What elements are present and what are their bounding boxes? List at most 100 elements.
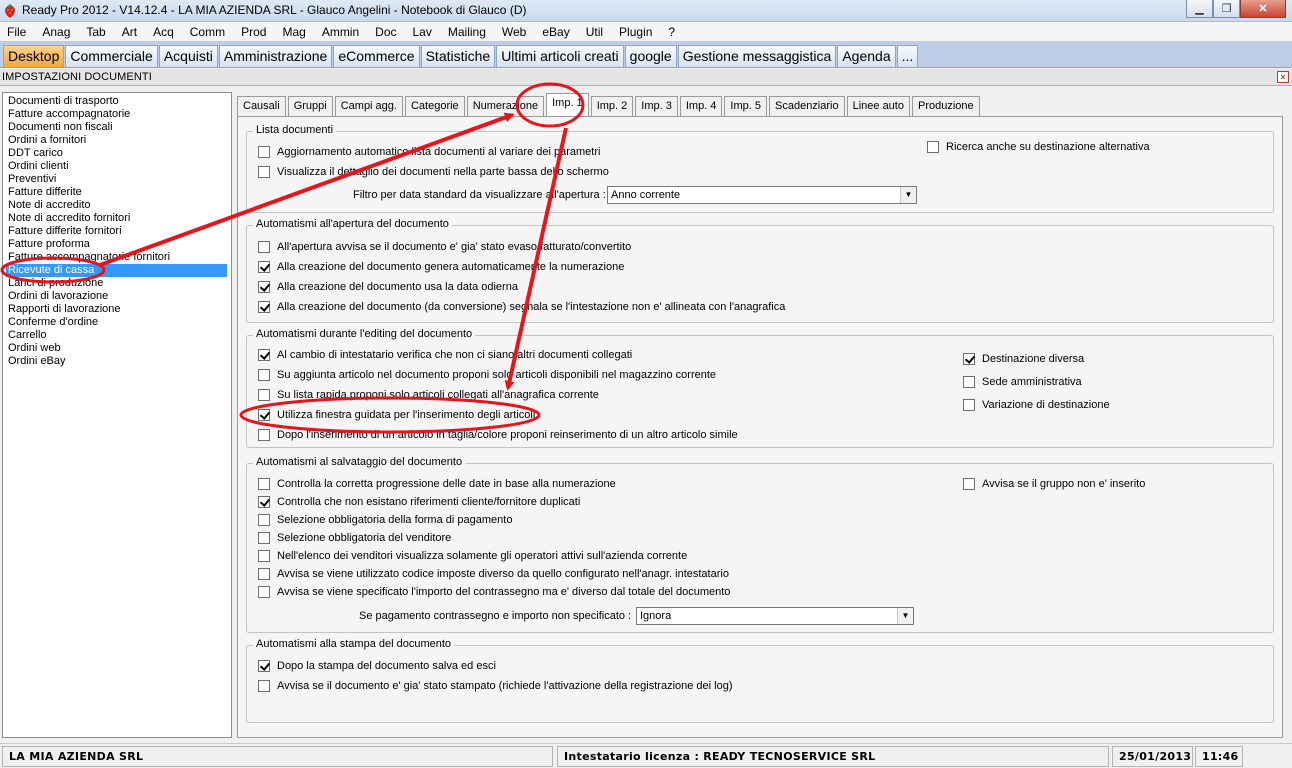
checkbox[interactable]: [258, 369, 270, 381]
app-tab[interactable]: Statistiche: [420, 45, 496, 67]
checkbox[interactable]: [258, 349, 270, 361]
app-tab[interactable]: Commerciale: [65, 45, 158, 67]
checkbox-row[interactable]: Controlla la corretta progressione delle…: [258, 477, 616, 491]
checkbox-row[interactable]: Visualizza il dettaglio dei documenti ne…: [258, 165, 609, 179]
list-item[interactable]: Ricevute di cassa: [6, 264, 227, 277]
checkbox[interactable]: [258, 478, 270, 490]
checkbox[interactable]: [258, 166, 270, 178]
menu-item-acq[interactable]: Acq: [146, 25, 183, 39]
list-item[interactable]: Fatture accompagnatorie fornitori: [6, 251, 227, 264]
checkbox[interactable]: [258, 532, 270, 544]
app-tab[interactable]: ...: [896, 45, 919, 67]
checkbox-row[interactable]: Selezione obbligatoria del venditore: [258, 531, 451, 545]
list-item[interactable]: Documenti di trasporto: [6, 95, 227, 108]
menu-item-file[interactable]: File: [0, 25, 35, 39]
filtro-data-select[interactable]: Anno corrente ▼: [607, 186, 917, 204]
checkbox-row[interactable]: All'apertura avvisa se il documento e' g…: [258, 240, 631, 254]
list-item[interactable]: Documenti non fiscali: [6, 121, 227, 134]
menu-item-[interactable]: ?: [661, 25, 684, 39]
minimize-button[interactable]: ▁: [1186, 0, 1213, 18]
list-item[interactable]: Lanci di produzione: [6, 277, 227, 290]
list-item[interactable]: Ordini di lavorazione: [6, 290, 227, 303]
checkbox-row[interactable]: Selezione obbligatoria della forma di pa…: [258, 513, 512, 527]
app-tab[interactable]: Ultimi articoli creati: [496, 45, 624, 67]
checkbox-row[interactable]: Dopo la stampa del documento salva ed es…: [258, 659, 496, 673]
settings-tab[interactable]: Imp. 4: [679, 96, 723, 116]
list-item[interactable]: Ordini a fornitori: [6, 134, 227, 147]
settings-tab[interactable]: Imp. 5: [724, 96, 767, 116]
checkbox[interactable]: [258, 409, 270, 421]
settings-tab[interactable]: Causali: [237, 96, 286, 116]
checkbox[interactable]: [927, 141, 939, 153]
menu-item-web[interactable]: Web: [495, 25, 535, 39]
checkbox[interactable]: [963, 353, 975, 365]
list-item[interactable]: Ordini eBay: [6, 355, 227, 368]
checkbox[interactable]: [258, 261, 270, 273]
menu-item-tab[interactable]: Tab: [79, 25, 114, 39]
document-type-list[interactable]: Documenti di trasporto Fatture accompagna…: [2, 92, 232, 738]
settings-tab[interactable]: Categorie: [404, 96, 465, 116]
checkbox-row[interactable]: Ricerca anche su destinazione alternativ…: [927, 140, 1150, 154]
dropdown-arrow-icon[interactable]: ▼: [897, 608, 913, 624]
checkbox-row[interactable]: Alla creazione del documento usa la data…: [258, 280, 518, 294]
list-item[interactable]: Preventivi: [6, 173, 227, 186]
menu-item-lav[interactable]: Lav: [406, 25, 441, 39]
checkbox[interactable]: [258, 660, 270, 672]
list-item[interactable]: Note di accredito: [6, 199, 227, 212]
checkbox-row[interactable]: Aggiornamento automatico lista documenti…: [258, 145, 600, 159]
checkbox-row[interactable]: Su lista rapida proponi solo articoli co…: [258, 388, 599, 402]
menu-item-mag[interactable]: Mag: [275, 25, 314, 39]
checkbox-row[interactable]: Destinazione diversa: [963, 352, 1084, 366]
checkbox-row[interactable]: Avvisa se viene specificato l'importo de…: [258, 585, 730, 599]
maximize-button[interactable]: ❐: [1213, 0, 1240, 18]
list-item[interactable]: Ordini web: [6, 342, 227, 355]
app-tab[interactable]: eCommerce: [333, 45, 420, 67]
checkbox[interactable]: [258, 301, 270, 313]
list-item[interactable]: Fatture accompagnatorie: [6, 108, 227, 121]
checkbox-row[interactable]: Sede amministrativa: [963, 375, 1082, 389]
menu-item-util[interactable]: Util: [579, 25, 612, 39]
app-tab[interactable]: Acquisti: [158, 45, 218, 67]
checkbox-row[interactable]: Avvisa se il documento e' gia' stato sta…: [258, 679, 733, 693]
menu-item-comm[interactable]: Comm: [183, 25, 234, 39]
settings-tab[interactable]: Imp. 3: [635, 96, 678, 116]
settings-tab[interactable]: Linee auto: [846, 96, 910, 116]
menu-item-art[interactable]: Art: [115, 25, 146, 39]
menu-item-mailing[interactable]: Mailing: [441, 25, 495, 39]
list-item[interactable]: Fatture differite: [6, 186, 227, 199]
contrassegno-select[interactable]: Ignora ▼: [636, 607, 914, 625]
list-item[interactable]: Carrello: [6, 329, 227, 342]
checkbox[interactable]: [258, 514, 270, 526]
checkbox-row[interactable]: Nell'elenco dei venditori visualizza sol…: [258, 549, 687, 563]
app-tab[interactable]: Agenda: [837, 45, 896, 67]
list-item[interactable]: Rapporti di lavorazione: [6, 303, 227, 316]
panel-close-button[interactable]: ×: [1277, 71, 1289, 83]
settings-tab[interactable]: Scadenziario: [769, 96, 845, 116]
list-item[interactable]: Conferme d'ordine: [6, 316, 227, 329]
checkbox[interactable]: [963, 399, 975, 411]
menu-item-doc[interactable]: Doc: [368, 25, 405, 39]
dropdown-arrow-icon[interactable]: ▼: [900, 187, 916, 203]
checkbox-row[interactable]: Avvisa se il gruppo non e' inserito: [963, 477, 1145, 491]
checkbox[interactable]: [258, 680, 270, 692]
list-item[interactable]: Note di accredito fornitori: [6, 212, 227, 225]
settings-tab[interactable]: Numerazione: [466, 96, 545, 116]
app-tab[interactable]: Gestione messaggistica: [677, 45, 837, 67]
app-tab[interactable]: Desktop: [3, 45, 65, 67]
settings-tab[interactable]: Produzione: [911, 96, 980, 116]
list-item[interactable]: Fatture differite fornitori: [6, 225, 227, 238]
app-tab[interactable]: google: [624, 45, 677, 67]
settings-tab[interactable]: Gruppi: [287, 96, 333, 116]
checkbox[interactable]: [258, 146, 270, 158]
checkbox[interactable]: [963, 376, 975, 388]
checkbox-row[interactable]: Su aggiunta articolo nel documento propo…: [258, 368, 716, 382]
checkbox-row[interactable]: Avvisa se viene utilizzato codice impost…: [258, 567, 729, 581]
list-item[interactable]: Fatture proforma: [6, 238, 227, 251]
menu-item-anag[interactable]: Anag: [35, 25, 79, 39]
menu-item-ammin[interactable]: Ammin: [315, 25, 368, 39]
checkbox[interactable]: [258, 429, 270, 441]
settings-tab[interactable]: Campi agg.: [334, 96, 403, 116]
checkbox[interactable]: [258, 281, 270, 293]
checkbox-row[interactable]: Controlla che non esistano riferimenti c…: [258, 495, 580, 509]
checkbox-row[interactable]: Al cambio di intestatario verifica che n…: [258, 348, 632, 362]
